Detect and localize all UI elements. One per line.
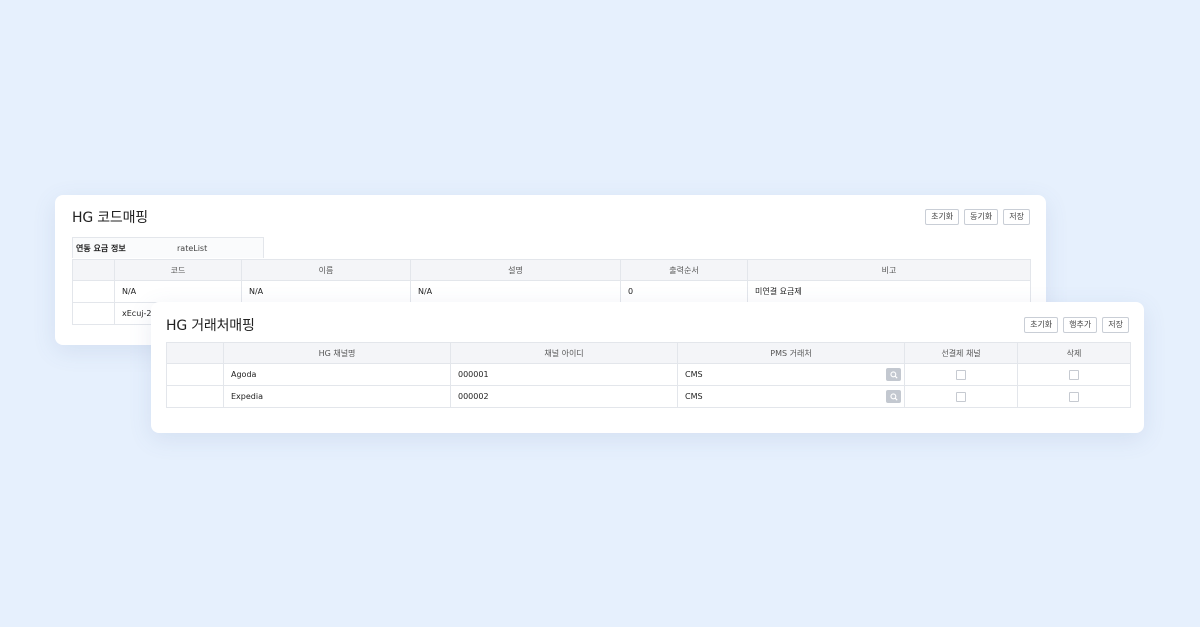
pms-vendor-value: CMS [685,392,703,401]
column-header-delete: 삭제 [1017,342,1131,364]
rate-info-label: 연동 요금 정보 [76,243,126,253]
channel-name-cell: Expedia [223,385,451,408]
table-row[interactable]: N/A N/A N/A 0 미연결 요금제 [72,280,1031,303]
channel-id-cell: 000002 [450,385,678,408]
table-header-row: 코드 이름 설명 출력순서 비고 [72,259,1031,281]
delete-checkbox[interactable] [1069,391,1079,402]
column-header-note: 비고 [747,259,1031,281]
vendor-table: HG 채널명 채널 아이디 PMS 거래처 선결제 채널 삭제 Agoda 00… [166,342,1131,408]
code-cell: N/A [114,280,242,303]
delete-checkbox[interactable] [1069,369,1079,380]
search-button[interactable] [886,368,901,381]
save-button[interactable]: 저장 [1102,317,1129,333]
row-cell [72,280,115,303]
search-icon [889,392,898,401]
prepaid-cell [904,363,1018,386]
order-cell: 0 [620,280,748,303]
table-header-row: HG 채널명 채널 아이디 PMS 거래처 선결제 채널 삭제 [166,342,1131,364]
column-header [72,259,115,281]
vendor-mapping-title: HG 거래처매핑 [166,318,255,334]
prepaid-cell [904,385,1018,408]
table-row[interactable]: Agoda 000001 CMS [166,363,1131,386]
vendor-mapping-toolbar: 초기화 행추가 저장 [1024,317,1129,333]
column-header-order: 출력순서 [620,259,748,281]
pms-vendor-cell: CMS [677,363,905,386]
prepaid-checkbox[interactable] [956,391,966,402]
column-header-name: 이름 [241,259,411,281]
row-cell [166,363,224,386]
column-header-description: 설명 [410,259,621,281]
rate-info-value: rateList [177,243,208,253]
channel-name-cell: Agoda [223,363,451,386]
channel-id-cell: 000001 [450,363,678,386]
column-header [166,342,224,364]
vendor-mapping-card: HG 거래처매핑 초기화 행추가 저장 HG 채널명 채널 아이디 PMS 거래… [151,302,1144,433]
search-icon [889,370,898,379]
column-header-channel-id: 채널 아이디 [450,342,678,364]
pms-vendor-value: CMS [685,370,703,379]
row-cell [166,385,224,408]
code-mapping-title: HG 코드매핑 [72,210,148,226]
delete-cell [1017,385,1131,408]
column-header-pms-vendor: PMS 거래처 [677,342,905,364]
name-cell: N/A [241,280,411,303]
add-row-button[interactable]: 행추가 [1063,317,1098,333]
reset-button[interactable]: 초기화 [1024,317,1059,333]
description-cell: N/A [410,280,621,303]
column-header-channel-name: HG 채널명 [223,342,451,364]
save-button[interactable]: 저장 [1003,209,1030,225]
table-row[interactable]: Expedia 000002 CMS [166,385,1131,408]
reset-button[interactable]: 초기화 [925,209,960,225]
sync-button[interactable]: 동기화 [964,209,999,225]
delete-cell [1017,363,1131,386]
column-header-prepaid: 선결제 채널 [904,342,1018,364]
rate-info-box: 연동 요금 정보 rateList [72,237,264,258]
column-header-code: 코드 [114,259,242,281]
prepaid-checkbox[interactable] [956,369,966,380]
code-mapping-toolbar: 초기화 동기화 저장 [925,209,1030,225]
note-cell: 미연결 요금제 [747,280,1031,303]
row-cell [72,302,115,325]
search-button[interactable] [886,390,901,403]
pms-vendor-cell: CMS [677,385,905,408]
